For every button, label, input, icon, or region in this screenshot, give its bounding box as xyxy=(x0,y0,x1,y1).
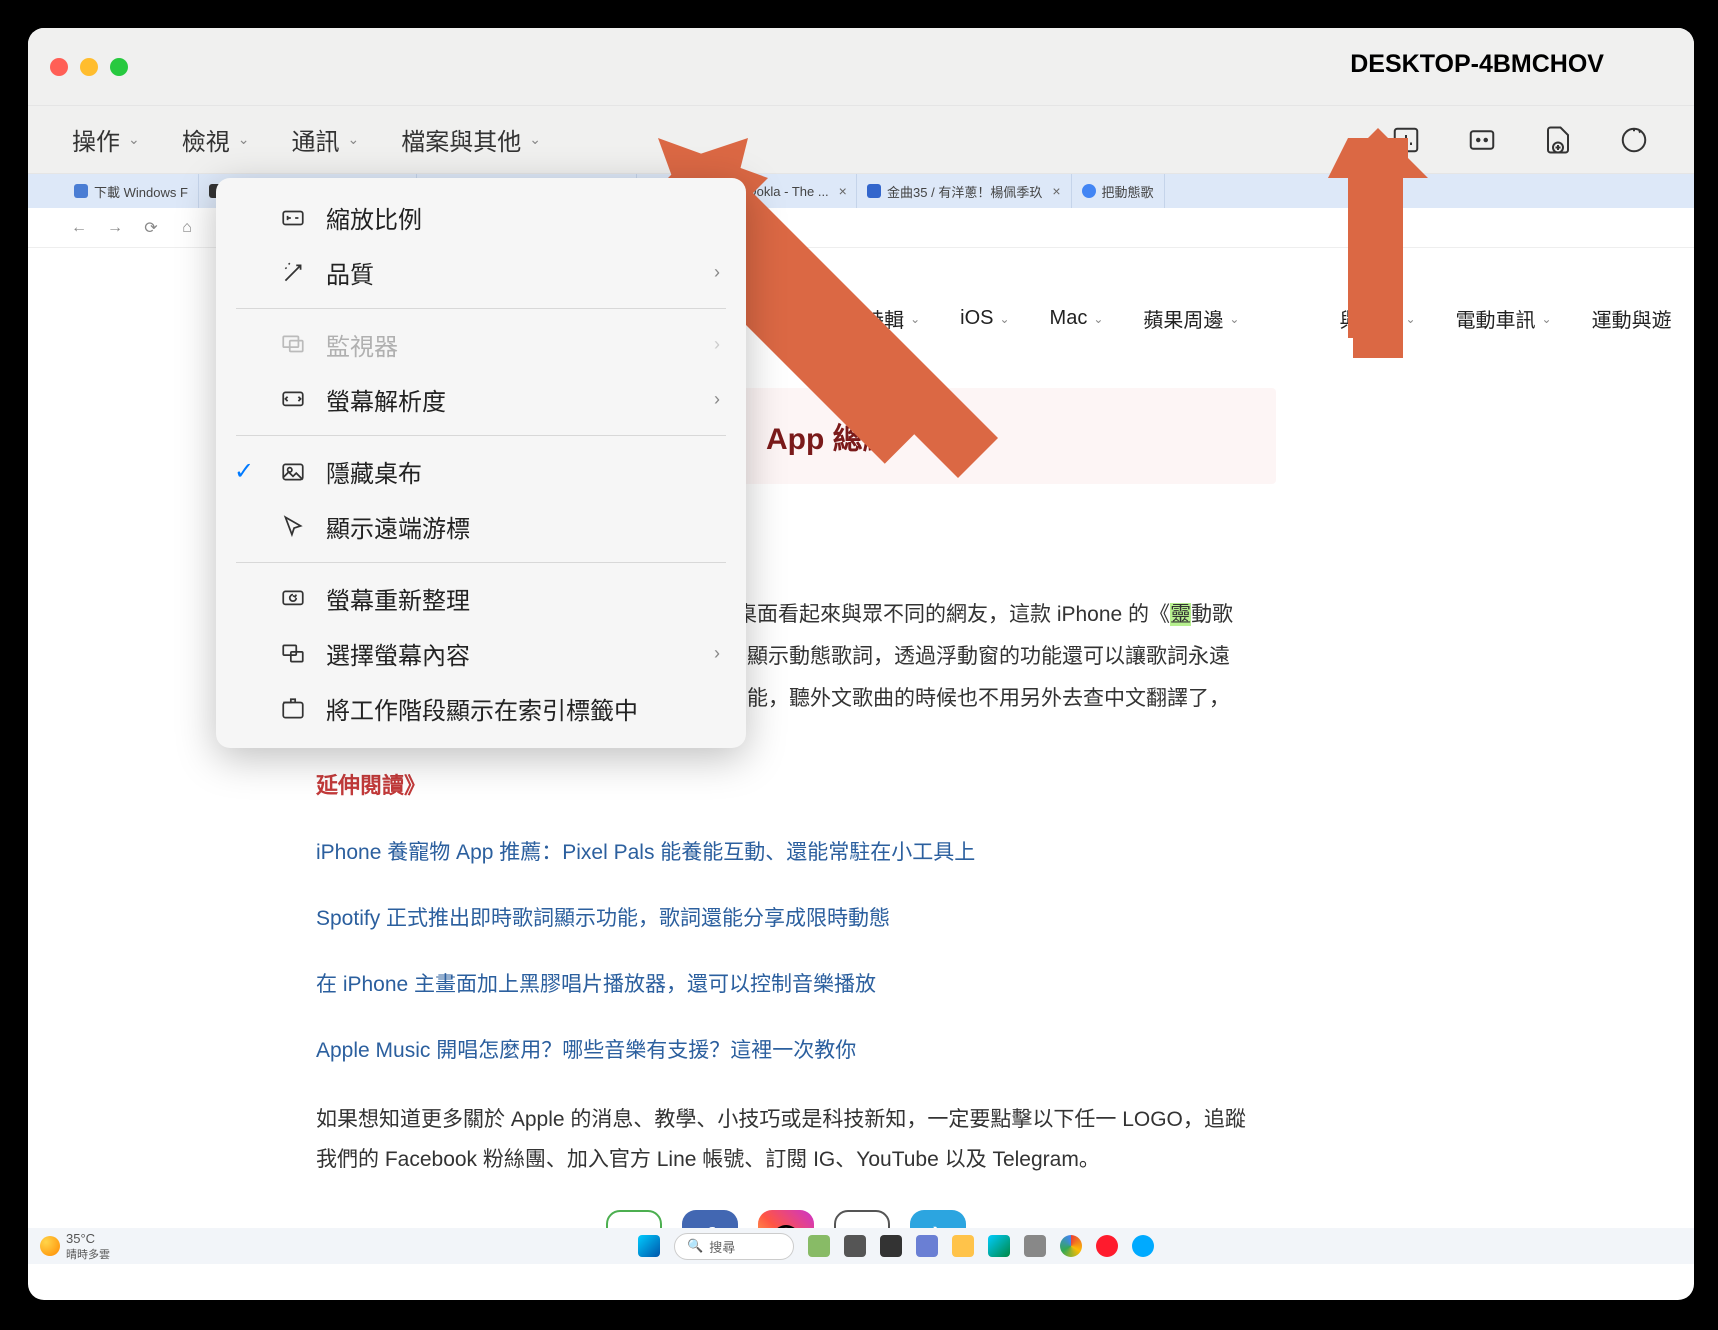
monitor-icon xyxy=(278,330,308,360)
taskbar-search[interactable]: 🔍 搜尋 xyxy=(674,1233,794,1260)
start-button[interactable] xyxy=(638,1235,660,1257)
menu-files-other[interactable]: 檔案與其他⌄ xyxy=(401,122,541,157)
dropdown-quality[interactable]: 品質 › xyxy=(216,245,746,300)
image-icon xyxy=(278,457,308,487)
further-reading-heading: 延伸閱讀》 xyxy=(316,768,1266,800)
link-list: iPhone 養寵物 App 推薦：Pixel Pals 能養能互動、還能常駐在… xyxy=(316,836,1266,1064)
dropdown-zoom[interactable]: 縮放比例 xyxy=(216,190,746,245)
explorer-icon[interactable] xyxy=(952,1235,974,1257)
browser-tab[interactable]: 下載 Windows F xyxy=(64,174,199,208)
traffic-lights xyxy=(50,58,128,76)
article-link[interactable]: Apple Music 開唱怎麼用？哪些音樂有支援？這裡一次教你 xyxy=(316,1034,1266,1064)
task-icon[interactable] xyxy=(844,1235,866,1257)
forward-button[interactable]: → xyxy=(104,217,126,239)
chevron-right-icon: › xyxy=(714,643,720,664)
check-icon: ✓ xyxy=(232,457,256,486)
menu-view[interactable]: 檢視⌄ xyxy=(182,122,250,157)
article-link[interactable]: 在 iPhone 主畫面加上黑膠唱片播放器，還可以控制音樂播放 xyxy=(316,968,1266,998)
dropdown-hide-wallpaper[interactable]: ✓ 隱藏桌布 xyxy=(216,444,746,499)
file-transfer-icon[interactable] xyxy=(1542,124,1574,156)
dropdown-show-remote-cursor[interactable]: 顯示遠端游標 xyxy=(216,499,746,554)
task-icon[interactable] xyxy=(1024,1235,1046,1257)
task-icon[interactable] xyxy=(916,1235,938,1257)
minimize-window-button[interactable] xyxy=(80,58,98,76)
article-body: 如果想知道更多關於 Apple 的消息、教學、小技巧或是科技新知，一定要點擊以下… xyxy=(316,1100,1266,1180)
task-icon[interactable] xyxy=(808,1235,830,1257)
taskbar-center: 🔍 搜尋 xyxy=(638,1233,1154,1260)
view-dropdown-menu: 縮放比例 品質 › 監視器 › 螢幕解析度 › ✓ 隱藏桌布 xyxy=(216,178,746,748)
dropdown-monitor: 監視器 › xyxy=(216,317,746,372)
settings-icon[interactable] xyxy=(1618,124,1650,156)
windows-taskbar: 35°C 晴時多雲 🔍 搜尋 xyxy=(28,1228,1694,1264)
divider xyxy=(236,562,726,563)
home-button[interactable]: ⌂ xyxy=(176,217,198,239)
tab-icon xyxy=(278,694,308,724)
task-icon[interactable] xyxy=(880,1235,902,1257)
annotation-arrow-right xyxy=(1308,128,1448,408)
nav-item[interactable]: 電動車訊⌄ xyxy=(1456,304,1552,333)
chevron-right-icon: › xyxy=(714,389,720,410)
nav-item[interactable]: 運動與遊 xyxy=(1592,304,1672,333)
chrome-icon[interactable] xyxy=(1060,1235,1082,1257)
app-window: DESKTOP-4BMCHOV 操作⌄ 檢視⌄ 通訊⌄ 檔案與其他⌄ 縮 xyxy=(28,28,1694,1300)
close-tab-icon[interactable]: × xyxy=(1052,183,1060,199)
dropdown-show-session-tab[interactable]: 將工作階段顯示在索引標籤中 xyxy=(216,681,746,736)
weather-widget[interactable]: 35°C 晴時多雲 xyxy=(40,1231,110,1262)
zoom-icon xyxy=(278,203,308,233)
refresh-icon xyxy=(278,584,308,614)
opera-icon[interactable] xyxy=(1096,1235,1118,1257)
window-title: DESKTOP-4BMCHOV xyxy=(1350,50,1604,79)
dropdown-refresh-screen[interactable]: 螢幕重新整理 xyxy=(216,571,746,626)
menu-communication[interactable]: 通訊⌄ xyxy=(291,122,359,157)
article-link[interactable]: iPhone 養寵物 App 推薦：Pixel Pals 能養能互動、還能常駐在… xyxy=(316,836,1266,866)
anydesk-icon[interactable] xyxy=(1132,1235,1154,1257)
maximize-window-button[interactable] xyxy=(110,58,128,76)
browser-tab[interactable]: 把動態歌 xyxy=(1072,174,1165,208)
divider xyxy=(236,435,726,436)
menu-actions[interactable]: 操作⌄ xyxy=(72,122,140,157)
close-window-button[interactable] xyxy=(50,58,68,76)
chevron-right-icon: › xyxy=(714,262,720,283)
dropdown-select-screen-content[interactable]: 選擇螢幕內容 › xyxy=(216,626,746,681)
edge-icon[interactable] xyxy=(988,1235,1010,1257)
magic-wand-icon xyxy=(278,258,308,288)
back-button[interactable]: ← xyxy=(68,217,90,239)
dropdown-resolution[interactable]: 螢幕解析度 › xyxy=(216,372,746,427)
chat-icon[interactable] xyxy=(1466,124,1498,156)
cursor-icon xyxy=(278,512,308,542)
reload-button[interactable]: ⟳ xyxy=(140,217,162,239)
divider xyxy=(236,308,726,309)
chevron-right-icon: › xyxy=(714,334,720,355)
article-link[interactable]: Spotify 正式推出即時歌詞顯示功能，歌詞還能分享成限時動態 xyxy=(316,902,1266,932)
titlebar: DESKTOP-4BMCHOV xyxy=(28,28,1694,106)
resolution-icon xyxy=(278,385,308,415)
weather-icon xyxy=(40,1236,60,1256)
screens-icon xyxy=(278,639,308,669)
nav-item[interactable]: 蘋果周邊⌄ xyxy=(1143,304,1239,333)
nav-item[interactable]: Mac⌄ xyxy=(1050,304,1104,333)
